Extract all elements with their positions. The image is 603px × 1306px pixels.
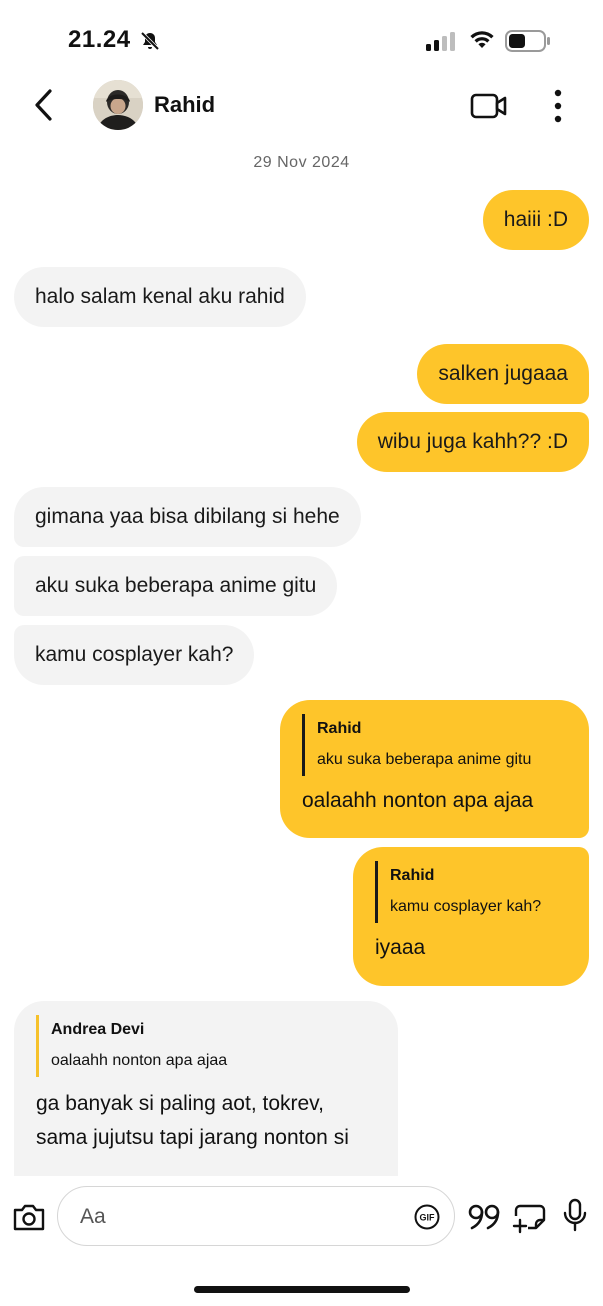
quoted-message[interactable]: Andrea Devi oalaahh nonton apa ajaa: [36, 1015, 376, 1077]
date-divider: 29 Nov 2024: [253, 154, 350, 171]
quote-icon[interactable]: [468, 1204, 502, 1230]
message-input[interactable]: [78, 1199, 402, 1235]
message-composer[interactable]: GIF: [57, 1186, 455, 1246]
sticker-add-icon[interactable]: [512, 1200, 548, 1234]
message-text: ga banyak si paling aot, tokrev, sama ju…: [36, 1092, 349, 1149]
reply-bubble-outgoing[interactable]: Rahid kamu cosplayer kah? iyaaa: [353, 847, 589, 986]
quoted-author: Andrea Devi: [51, 1021, 145, 1038]
quoted-message[interactable]: Rahid kamu cosplayer kah?: [375, 861, 567, 923]
gif-icon[interactable]: GIF: [414, 1204, 440, 1230]
message-bubble-incoming[interactable]: kamu cosplayer kah?: [14, 625, 255, 685]
camera-icon[interactable]: [12, 1202, 46, 1232]
message-bubble-outgoing[interactable]: salken jugaaa: [417, 344, 589, 404]
quoted-text: oalaahh nonton apa ajaa: [51, 1052, 228, 1069]
message-bubble-incoming[interactable]: gimana yaa bisa dibilang si hehe: [14, 487, 361, 547]
quoted-text: kamu cosplayer kah?: [390, 898, 542, 915]
message-bubble-incoming[interactable]: halo salam kenal aku rahid: [14, 267, 306, 327]
quoted-text: aku suka beberapa anime gitu: [317, 751, 532, 768]
message-text: oalaahh nonton apa ajaa: [302, 789, 534, 812]
message-bubble-outgoing[interactable]: haiii :D: [482, 190, 589, 250]
message-bubble-outgoing[interactable]: wibu juga kahh?? :D: [356, 412, 589, 472]
reply-bubble-outgoing[interactable]: Rahid aku suka beberapa anime gitu oalaa…: [280, 700, 589, 838]
quoted-message[interactable]: Rahid aku suka beberapa anime gitu: [302, 714, 567, 776]
quoted-author: Rahid: [317, 720, 362, 737]
microphone-icon[interactable]: [562, 1198, 588, 1232]
composer-bar: GIF: [0, 1180, 603, 1252]
gif-label: GIF: [420, 1213, 436, 1223]
message-list[interactable]: 29 Nov 2024 haiii :D halo salam kenal ak…: [0, 0, 603, 1176]
reply-bubble-incoming[interactable]: Andrea Devi oalaahh nonton apa ajaa ga b…: [14, 1001, 398, 1176]
quoted-author: Rahid: [390, 867, 435, 884]
message-bubble-incoming[interactable]: aku suka beberapa anime gitu: [14, 556, 338, 616]
home-indicator[interactable]: [194, 1286, 410, 1293]
message-text: iyaaa: [375, 936, 426, 959]
